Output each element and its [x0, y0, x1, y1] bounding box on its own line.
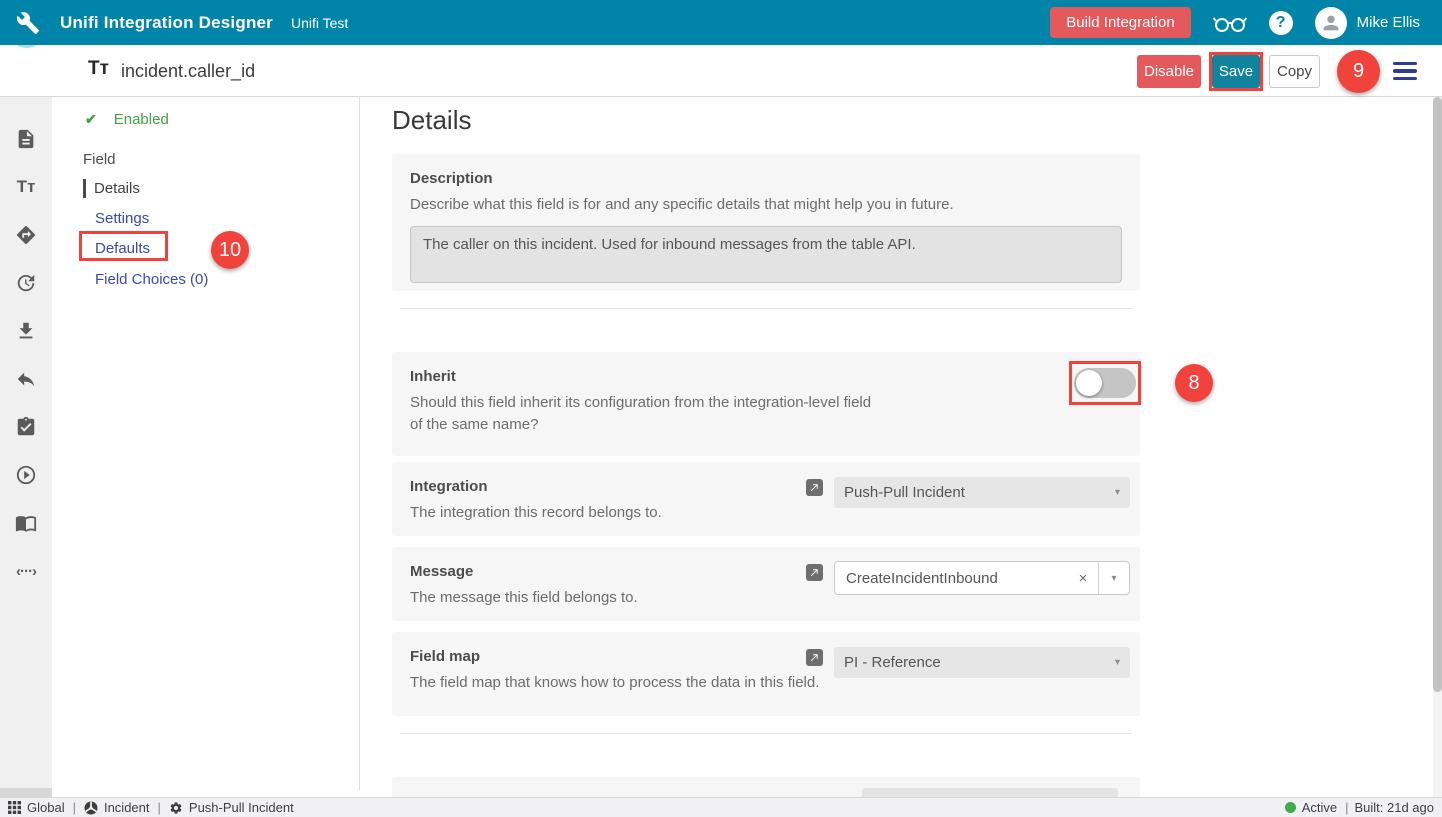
- active-status-icon: [1285, 802, 1296, 813]
- chevron-down-icon: ▾: [1115, 657, 1120, 668]
- details-form: Details Description Describe what this f…: [360, 97, 1434, 797]
- field-map-select[interactable]: PI - Reference ▾: [834, 647, 1130, 678]
- toggle-knob: [1076, 370, 1102, 396]
- message-select[interactable]: CreateIncidentInbound × ▾: [834, 561, 1130, 595]
- scope-indicator[interactable]: Global: [8, 800, 65, 815]
- wrench-icon: [16, 11, 40, 35]
- selected-indicator: [83, 179, 86, 198]
- status-enabled: ✔ Enabled: [85, 111, 169, 128]
- clear-icon[interactable]: ×: [1068, 562, 1098, 594]
- description-helper: Describe what this field is for and any …: [410, 194, 1122, 216]
- menu-icon[interactable]: [1393, 62, 1417, 81]
- annotation-badge-9: 9: [1337, 50, 1380, 93]
- integration-section: Integration The integration this record …: [392, 462, 1140, 536]
- inherit-helper-line2: of the same name?: [410, 414, 1122, 436]
- user-name[interactable]: Mike Ellis: [1357, 14, 1420, 31]
- active-label: Active: [1302, 800, 1337, 815]
- field-type-icon: Tт: [88, 58, 109, 80]
- built-label: Built: 21d ago: [1354, 800, 1434, 815]
- annotation-badge-8: 8: [1175, 364, 1213, 402]
- glasses-icon[interactable]: [1213, 12, 1247, 34]
- copy-button[interactable]: Copy: [1269, 55, 1320, 88]
- record-title: incident.caller_id: [121, 61, 255, 82]
- chevron-down-icon[interactable]: ▾: [1098, 562, 1129, 594]
- record-header: Tт incident.caller_id Disable Save Copy …: [0, 45, 1442, 97]
- integration-select[interactable]: Push-Pull Incident ▾: [834, 477, 1130, 508]
- book-icon[interactable]: [14, 511, 38, 535]
- build-integration-button[interactable]: Build Integration: [1050, 7, 1190, 38]
- disable-button[interactable]: Disable: [1137, 55, 1201, 88]
- page-title: Details: [392, 105, 471, 136]
- user-avatar[interactable]: [1315, 7, 1347, 39]
- description-label: Description: [410, 170, 1122, 187]
- vertical-scrollbar: [1433, 97, 1442, 797]
- gear-icon: [169, 801, 183, 815]
- nav-item-settings[interactable]: Settings: [95, 210, 149, 227]
- incident-icon: [84, 801, 98, 815]
- app-title: Unifi Integration Designer: [60, 13, 273, 33]
- field-nav-panel: ✔ Enabled Field Details Settings Default…: [52, 97, 360, 790]
- annotation-badge-10: 10: [211, 231, 249, 269]
- next-section-partial: [392, 777, 1140, 797]
- nav-item-details[interactable]: Details: [83, 179, 140, 198]
- nav-item-defaults[interactable]: Defaults: [95, 240, 150, 257]
- reference-icon[interactable]: [806, 479, 823, 496]
- icon-rail: Tт ‹···›: [0, 97, 52, 797]
- nav-item-field-choices[interactable]: Field Choices (0): [95, 271, 208, 288]
- app-window: Unifi Integration Designer Unifi Test Bu…: [0, 0, 1442, 817]
- integration-indicator[interactable]: Push-Pull Incident: [169, 800, 294, 815]
- enabled-label: Enabled: [114, 111, 169, 128]
- directions-icon[interactable]: [14, 223, 38, 247]
- top-app-bar: Unifi Integration Designer Unifi Test Bu…: [0, 0, 1442, 45]
- grid-icon: [8, 801, 21, 814]
- play-icon[interactable]: [14, 463, 38, 487]
- description-section: Description Describe what this field is …: [392, 154, 1140, 291]
- field-map-section: Field map The field map that knows how t…: [392, 632, 1140, 716]
- chevron-down-icon: ▾: [1115, 487, 1120, 498]
- status-bar: Global | Incident | Push-Pull Incident A…: [0, 797, 1442, 817]
- download-icon[interactable]: [14, 319, 38, 343]
- inherit-helper-line1: Should this field inherit its configurat…: [410, 392, 1122, 414]
- inherit-section: Inherit Should this field inherit its co…: [392, 352, 1140, 456]
- tasks-icon[interactable]: [14, 415, 38, 439]
- text-fields-icon[interactable]: Tт: [14, 175, 38, 199]
- table-indicator[interactable]: Incident: [84, 800, 150, 815]
- scrollbar-thumb[interactable]: [1433, 97, 1442, 692]
- nav-section-field: Field: [83, 151, 116, 168]
- inherit-toggle[interactable]: [1074, 368, 1136, 398]
- partial-select[interactable]: [862, 788, 1118, 797]
- code-icon[interactable]: ‹···›: [14, 559, 38, 583]
- inherit-label: Inherit: [410, 368, 1122, 385]
- workspace-name[interactable]: Unifi Test: [291, 15, 348, 31]
- help-icon[interactable]: ?: [1269, 11, 1293, 35]
- divider: [400, 733, 1132, 734]
- save-button[interactable]: Save: [1212, 55, 1260, 88]
- reference-icon[interactable]: [806, 649, 823, 666]
- reply-icon[interactable]: [14, 367, 38, 391]
- divider: [400, 308, 1132, 309]
- build-status: Active | Built: 21d ago: [1285, 800, 1434, 815]
- check-icon: ✔: [85, 111, 97, 128]
- reference-icon[interactable]: [806, 564, 823, 581]
- history-icon[interactable]: [14, 271, 38, 295]
- message-section: Message The message this field belongs t…: [392, 547, 1140, 621]
- annotation-box-toggle: [1069, 361, 1141, 405]
- document-icon[interactable]: [14, 127, 38, 151]
- description-textarea[interactable]: The caller on this incident. Used for in…: [410, 226, 1122, 283]
- annotation-box-save: Save: [1209, 52, 1263, 91]
